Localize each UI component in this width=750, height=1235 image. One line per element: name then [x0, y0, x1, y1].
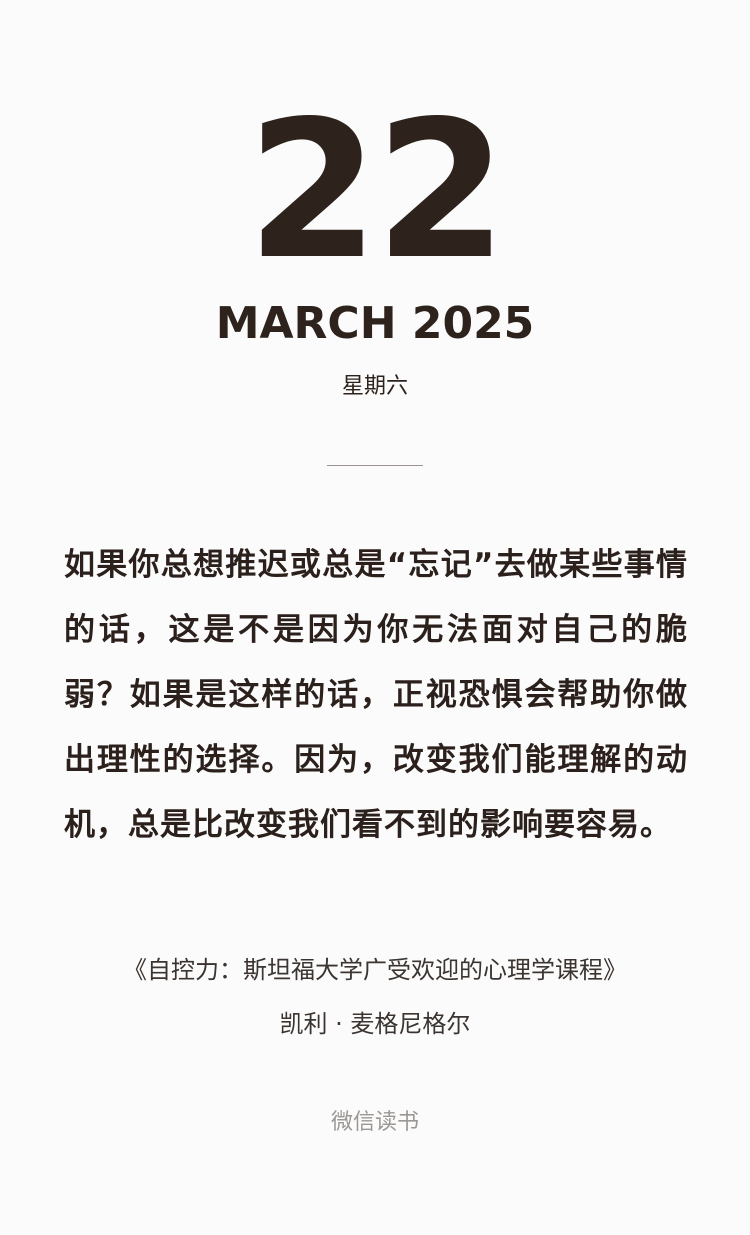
- book-author: 凯利 · 麦格尼格尔: [279, 1010, 471, 1038]
- quote-text: 如果你总想推迟或总是“忘记”去做某些事情的话，这是不是因为你无法面对自己的脆弱？…: [64, 547, 688, 843]
- date-day: 22: [246, 80, 507, 301]
- divider: [327, 465, 423, 466]
- book-title: 《自控力：斯坦福大学广受欢迎的心理学课程》: [123, 956, 627, 984]
- date-weekday: 星期六: [341, 374, 408, 399]
- date-month-year: MARCH 2025: [215, 298, 535, 349]
- source-label: 微信读书: [330, 1110, 419, 1135]
- quote-card: 22 MARCH 2025 星期六 如果你总想推迟或总是“忘记”去做某些事情的话…: [0, 0, 750, 1235]
